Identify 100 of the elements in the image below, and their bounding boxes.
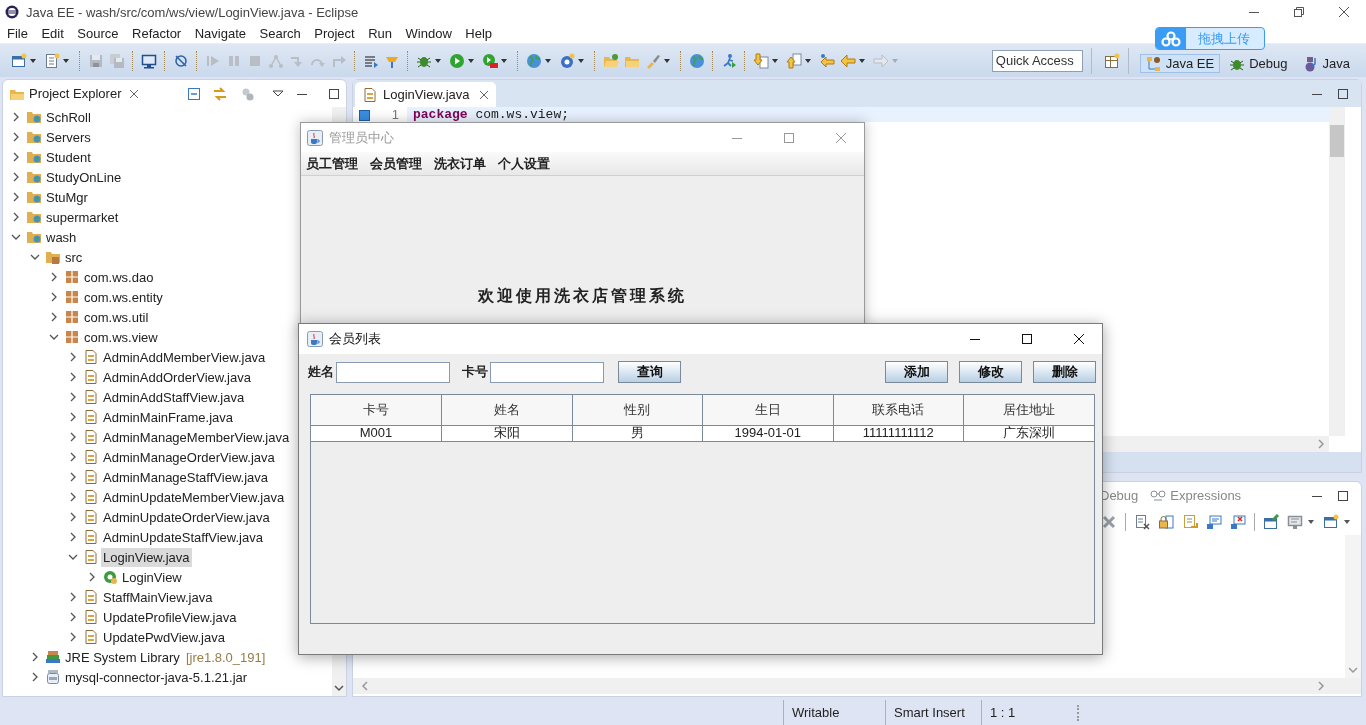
menu-item[interactable]: Search xyxy=(259,26,301,41)
chevron-icon[interactable] xyxy=(68,432,78,442)
action-button[interactable]: 修改 xyxy=(959,361,1022,383)
chevron-icon[interactable] xyxy=(68,472,78,482)
tree-item[interactable]: com.ws.util xyxy=(49,307,151,327)
tree-item[interactable]: src xyxy=(30,247,85,267)
tree-item[interactable]: UpdateProfileView.java xyxy=(68,607,239,627)
close-icon[interactable] xyxy=(1073,333,1085,345)
floppy-icon[interactable] xyxy=(87,52,104,69)
tree-item[interactable]: Student xyxy=(11,147,93,167)
tree-item[interactable]: AdminManageMemberView.java xyxy=(68,427,292,447)
chevron-icon[interactable] xyxy=(11,232,21,242)
tree-item[interactable]: JRE System Library [jre1.8.0_191] xyxy=(30,647,266,667)
tree-item[interactable]: com.ws.entity xyxy=(49,287,165,307)
monitor-icon[interactable] xyxy=(1287,514,1303,530)
tree-item[interactable]: AdminAddMemberView.java xyxy=(68,347,268,367)
restore-icon[interactable] xyxy=(1292,6,1305,18)
crossed-circle-icon[interactable] xyxy=(172,52,189,69)
chevron-icon[interactable] xyxy=(49,332,59,342)
menu-item[interactable]: Window xyxy=(405,26,452,41)
tree-item[interactable]: AdminUpdateMemberView.java xyxy=(68,487,287,507)
text-field[interactable] xyxy=(336,361,450,383)
column-header[interactable]: 性别 xyxy=(572,395,703,425)
column-header[interactable]: 生日 xyxy=(702,395,833,425)
open-perspective-icon[interactable] xyxy=(1103,52,1120,69)
tree-item[interactable]: com.ws.dao xyxy=(49,267,156,287)
chevron-icon[interactable] xyxy=(68,412,78,422)
maximize-icon[interactable] xyxy=(328,87,340,100)
chevron-icon[interactable] xyxy=(11,192,21,202)
text-field[interactable] xyxy=(490,361,604,383)
chevron-icon[interactable] xyxy=(49,272,59,282)
view-tab-title[interactable]: Project Explorer xyxy=(29,86,122,101)
menu-item[interactable]: Source xyxy=(77,26,119,41)
action-button[interactable]: 删除 xyxy=(1033,361,1096,383)
maximize-icon[interactable] xyxy=(1021,333,1033,345)
chevron-icon[interactable] xyxy=(11,152,21,162)
action-button[interactable]: 添加 xyxy=(885,361,948,383)
monitor-icon[interactable] xyxy=(140,52,157,69)
perspective-button[interactable]: Java xyxy=(1296,54,1356,73)
column-header[interactable]: 卡号 xyxy=(311,395,442,425)
chevron-icon[interactable] xyxy=(11,112,21,122)
column-header[interactable]: 姓名 xyxy=(441,395,572,425)
tree-item[interactable]: AdminAddStaffView.java xyxy=(68,387,247,407)
chevron-icon[interactable] xyxy=(68,452,78,462)
lock-icon[interactable] xyxy=(1158,514,1174,530)
column-header[interactable]: 联系电话 xyxy=(833,395,964,425)
tree-item[interactable]: AdminAddOrderView.java xyxy=(68,367,253,387)
maximize-icon[interactable] xyxy=(1337,87,1349,100)
tree-item[interactable]: wash xyxy=(11,227,79,247)
tree-item[interactable]: StaffMainView.java xyxy=(68,587,215,607)
tree-item[interactable]: SchRoll xyxy=(11,107,93,127)
chevron-icon[interactable] xyxy=(11,132,21,142)
tree-item[interactable]: AdminUpdateStaffView.java xyxy=(68,527,265,547)
tree-item[interactable]: com.ws.view xyxy=(49,327,160,347)
speech-icon[interactable] xyxy=(1206,514,1222,530)
menu-item[interactable]: Refactor xyxy=(132,26,182,41)
run-toolbox-icon[interactable] xyxy=(481,52,498,69)
tree-item[interactable]: AdminUpdateOrderView.java xyxy=(68,507,272,527)
view-tab[interactable]: Expressions xyxy=(1150,487,1242,504)
chevron-icon[interactable] xyxy=(30,252,40,262)
chevron-icon[interactable] xyxy=(49,292,59,302)
chevron-icon[interactable] xyxy=(68,612,78,622)
window-pin-icon[interactable] xyxy=(1263,514,1279,530)
tree-item[interactable]: mysql-connector-java-5.1.21.jar xyxy=(30,667,250,687)
speech-cross-icon[interactable] xyxy=(1230,514,1246,530)
menu-item[interactable]: Navigate xyxy=(194,26,246,41)
chevron-icon[interactable] xyxy=(11,212,21,222)
chevron-icon[interactable] xyxy=(68,632,78,642)
menu-item[interactable]: Run xyxy=(368,26,393,41)
menu-item[interactable]: File xyxy=(7,26,28,41)
chevron-icon[interactable] xyxy=(30,672,40,682)
menu-item[interactable]: 洗衣订单 xyxy=(434,154,486,173)
perspective-button[interactable]: Java EE xyxy=(1139,54,1221,73)
window-icon[interactable] xyxy=(1323,514,1339,530)
chevron-icon[interactable] xyxy=(30,652,40,662)
menu-item[interactable]: Help xyxy=(465,26,493,41)
tree-item[interactable]: Servers xyxy=(11,127,93,147)
open-folder-icon[interactable] xyxy=(602,52,619,69)
chevron-icon[interactable] xyxy=(68,532,78,542)
chevron-icon[interactable] xyxy=(68,592,78,602)
nodes-icon[interactable] xyxy=(267,52,284,69)
tree-item[interactable]: StuMgr xyxy=(11,187,90,207)
chevron-icon[interactable] xyxy=(87,572,97,582)
ball-icon[interactable] xyxy=(558,52,575,69)
left-arrow-icon[interactable] xyxy=(818,52,835,69)
perspective-button[interactable]: Debug xyxy=(1223,54,1294,73)
menu-item[interactable]: 员工管理 xyxy=(306,154,358,173)
document-cross-icon[interactable] xyxy=(1134,514,1150,530)
tree-item[interactable]: AdminManageStaffView.java xyxy=(68,467,270,487)
menu-item[interactable]: Edit xyxy=(41,26,64,41)
scroll-thumb[interactable] xyxy=(1330,125,1344,157)
quick-access-field[interactable]: Quick Access xyxy=(991,49,1083,72)
globe-icon[interactable] xyxy=(688,52,705,69)
document-icon[interactable] xyxy=(43,52,60,69)
tree-item[interactable]: AdminManageOrderView.java xyxy=(68,447,277,467)
tree-item[interactable]: supermarket xyxy=(11,207,121,227)
tree-item[interactable]: AdminMainFrame.java xyxy=(68,407,236,427)
chevron-icon[interactable] xyxy=(68,492,78,502)
maximize-icon[interactable] xyxy=(1337,489,1349,502)
chevron-icon[interactable] xyxy=(49,312,59,322)
